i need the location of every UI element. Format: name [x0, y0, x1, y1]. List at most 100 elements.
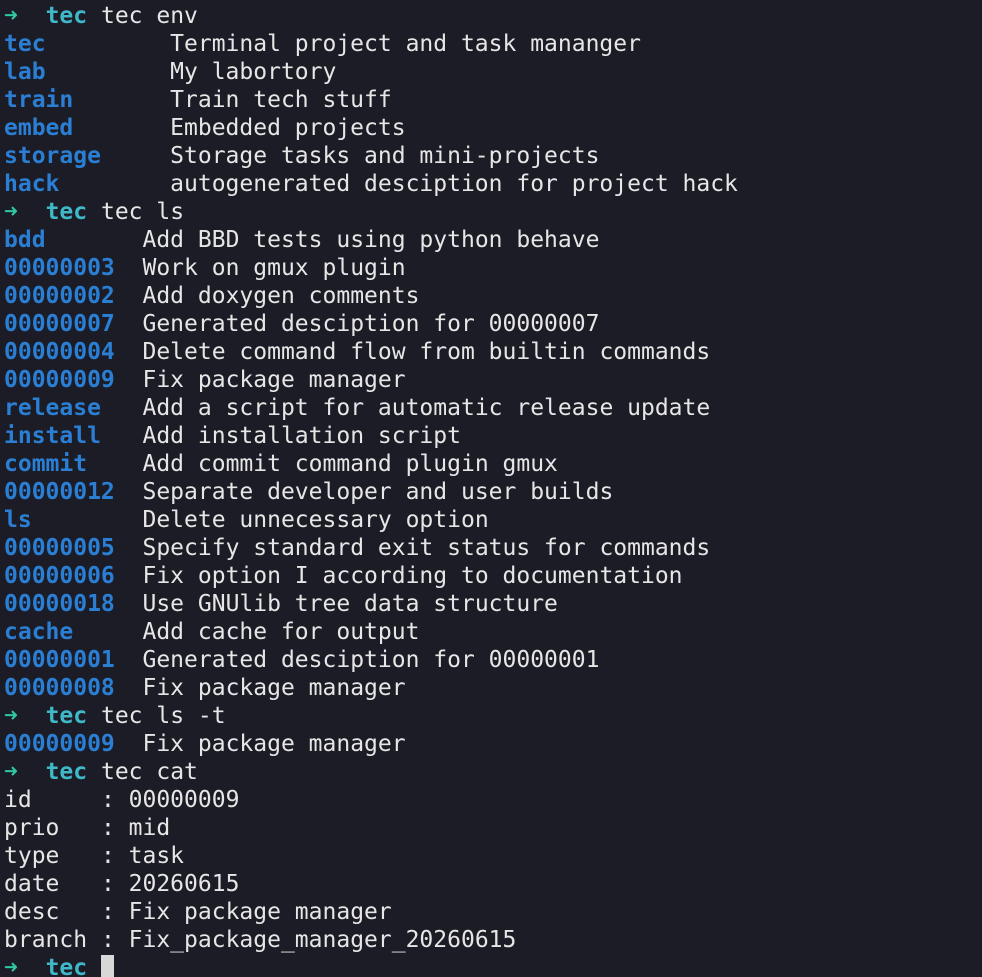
item-key: bdd	[4, 227, 143, 253]
prompt-arrow-icon: ➜	[4, 3, 18, 29]
field-row: desc : Fix package manager	[4, 898, 982, 926]
field-value: mid	[128, 815, 171, 841]
item-key: lab	[4, 59, 171, 85]
item-key: release	[4, 395, 143, 421]
command-text: tec ls -t	[100, 703, 226, 729]
item-description: Specify standard exit status for command…	[142, 535, 711, 561]
prompt-directory: tec	[45, 3, 88, 29]
item-description: Embedded projects	[170, 115, 406, 141]
item-key: 00000007	[4, 311, 143, 337]
item-key: hack	[4, 171, 171, 197]
field-name: desc	[4, 899, 101, 925]
item-description: Add cache for output	[142, 619, 420, 645]
command-text: tec env	[100, 3, 198, 29]
list-item: 00000018 Use GNUlib tree data structure	[4, 590, 982, 618]
item-key: tec	[4, 31, 171, 57]
list-item: bdd Add BBD tests using python behave	[4, 226, 982, 254]
item-description: Fix option I according to documentation	[142, 563, 683, 589]
field-row: id : 00000009	[4, 786, 982, 814]
item-description: Separate developer and user builds	[142, 479, 614, 505]
prompt-directory: tec	[45, 703, 88, 729]
list-item: 00000012 Separate developer and user bui…	[4, 478, 982, 506]
item-key: ls	[4, 507, 143, 533]
item-description: Fix package manager	[142, 731, 406, 757]
field-value: task	[128, 843, 185, 869]
item-description: Terminal project and task mananger	[170, 31, 641, 57]
prompt-line: ➜ tec tec ls	[4, 198, 982, 226]
list-item: lab My labortory	[4, 58, 982, 86]
list-item: release Add a script for automatic relea…	[4, 394, 982, 422]
field-name: id	[4, 787, 101, 813]
item-key: embed	[4, 115, 171, 141]
list-item: 00000005 Specify standard exit status fo…	[4, 534, 982, 562]
list-item: ls Delete unnecessary option	[4, 506, 982, 534]
list-item: storage Storage tasks and mini-projects	[4, 142, 982, 170]
field-separator: :	[100, 871, 129, 897]
item-description: Add BBD tests using python behave	[142, 227, 600, 253]
prompt-arrow-icon: ➜	[4, 199, 18, 225]
item-key: 00000008	[4, 675, 143, 701]
item-key: 00000004	[4, 339, 143, 365]
field-value: 20260615	[128, 871, 240, 897]
prompt-line: ➜ tec tec ls -t	[4, 702, 982, 730]
field-separator: :	[100, 899, 129, 925]
field-name: date	[4, 871, 101, 897]
prompt-directory: tec	[45, 955, 88, 977]
item-description: Add installation script	[142, 423, 461, 449]
field-name: prio	[4, 815, 101, 841]
prompt-directory: tec	[45, 759, 88, 785]
item-key: 00000001	[4, 647, 143, 673]
field-separator: :	[100, 815, 129, 841]
item-key: train	[4, 87, 171, 113]
list-item: embed Embedded projects	[4, 114, 982, 142]
list-item: 00000004 Delete command flow from builti…	[4, 338, 982, 366]
command-text: tec cat	[100, 759, 198, 785]
field-value: 00000009	[128, 787, 240, 813]
prompt-arrow-icon: ➜	[4, 759, 18, 785]
field-name: type	[4, 843, 101, 869]
item-key: storage	[4, 143, 171, 169]
item-key: 00000002	[4, 283, 143, 309]
item-description: Storage tasks and mini-projects	[170, 143, 600, 169]
list-item: 00000007 Generated desciption for 000000…	[4, 310, 982, 338]
field-row: type : task	[4, 842, 982, 870]
list-item: 00000001 Generated desciption for 000000…	[4, 646, 982, 674]
item-description: Add a script for automatic release updat…	[142, 395, 711, 421]
item-description: autogenerated desciption for project hac…	[170, 171, 738, 197]
item-description: Fix package manager	[142, 367, 406, 393]
list-item: 00000009 Fix package manager	[4, 366, 982, 394]
item-key: 00000018	[4, 591, 143, 617]
item-key: commit	[4, 451, 143, 477]
list-item: 00000003 Work on gmux plugin	[4, 254, 982, 282]
prompt-arrow-icon: ➜	[4, 703, 18, 729]
field-name: branch	[4, 927, 101, 953]
command-text: tec ls	[100, 199, 185, 225]
item-key: 00000009	[4, 367, 143, 393]
prompt-directory: tec	[45, 199, 88, 225]
item-description: Add doxygen comments	[142, 283, 420, 309]
list-item: 00000002 Add doxygen comments	[4, 282, 982, 310]
item-description: Work on gmux plugin	[142, 255, 406, 281]
terminal-window[interactable]: ➜ tec tec env tec Terminal project and ta…	[0, 0, 982, 977]
item-key: 00000003	[4, 255, 143, 281]
field-separator: :	[100, 927, 129, 953]
prompt-line: ➜ tec tec env	[4, 2, 982, 30]
list-item: train Train tech stuff	[4, 86, 982, 114]
list-item: 00000008 Fix package manager	[4, 674, 982, 702]
list-item: install Add installation script	[4, 422, 982, 450]
item-key: cache	[4, 619, 143, 645]
active-prompt-line[interactable]: ➜ tec	[4, 954, 982, 977]
text-cursor[interactable]	[100, 955, 114, 977]
field-row: branch : Fix_package_manager_20260615	[4, 926, 982, 954]
field-value: Fix package manager	[128, 899, 392, 925]
prompt-arrow-icon: ➜	[4, 955, 18, 977]
item-key: install	[4, 423, 143, 449]
item-description: Delete command flow from builtin command…	[142, 339, 711, 365]
item-description: Delete unnecessary option	[142, 507, 489, 533]
item-description: Generated desciption for 00000007	[142, 311, 600, 337]
item-description: My labortory	[170, 59, 337, 85]
item-description: Use GNUlib tree data structure	[142, 591, 558, 617]
list-item: tec Terminal project and task mananger	[4, 30, 982, 58]
list-item: cache Add cache for output	[4, 618, 982, 646]
item-key: 00000005	[4, 535, 143, 561]
